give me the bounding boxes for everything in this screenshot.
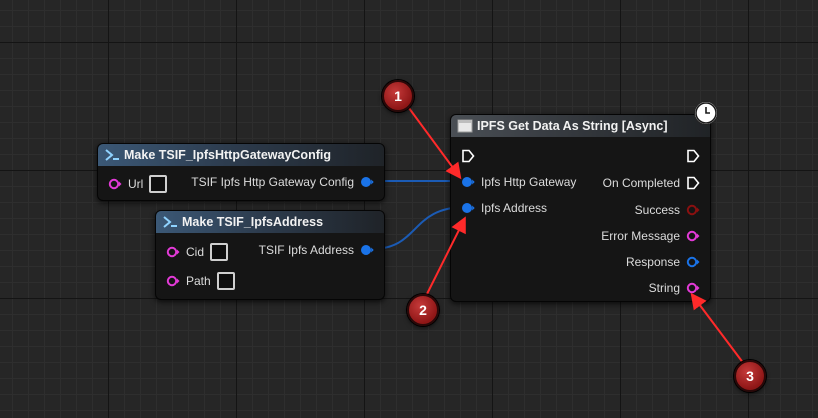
annotation-arrows	[405, 103, 745, 365]
callout-badge-1: 1	[382, 80, 414, 112]
callout-badge-3: 3	[734, 360, 766, 392]
arrow-1	[405, 103, 462, 180]
clock-icon	[694, 101, 718, 125]
callout-badge-2: 2	[407, 294, 439, 326]
arrow-2	[425, 216, 466, 297]
arrow-3	[690, 292, 745, 365]
